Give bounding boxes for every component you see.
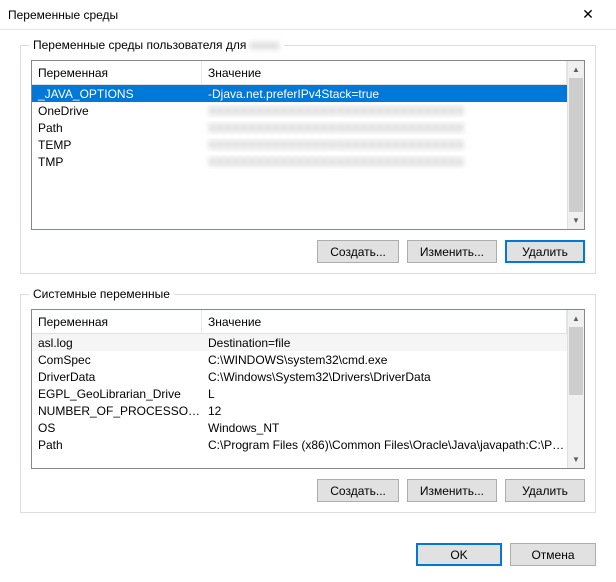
system-vars-table[interactable]: Переменная Значение asl.logDestination=f… — [31, 309, 585, 469]
cell-variable: TMP — [32, 155, 202, 169]
scroll-down-icon[interactable]: ▼ — [568, 212, 584, 229]
cell-value: C:\Windows\System32\Drivers\DriverData — [202, 370, 567, 384]
table-row[interactable]: OneDriveXXXXXXXXXXXXXXXXXXXXXXXXXXXXXXXX — [32, 102, 567, 119]
cell-variable: Path — [32, 438, 202, 452]
cell-variable: OneDrive — [32, 104, 202, 118]
scroll-up-icon[interactable]: ▲ — [568, 310, 584, 327]
table-row[interactable]: _JAVA_OPTIONS-Djava.net.preferIPv4Stack=… — [32, 85, 567, 102]
cancel-button[interactable]: Отмена — [510, 543, 596, 566]
user-delete-button[interactable]: Удалить — [505, 240, 585, 263]
cell-variable: EGPL_GeoLibrarian_Drive — [32, 387, 202, 401]
user-scrollbar[interactable]: ▲ ▼ — [567, 61, 584, 229]
system-delete-button[interactable]: Удалить — [505, 479, 585, 502]
table-row[interactable]: TMPXXXXXXXXXXXXXXXXXXXXXXXXXXXXXXXX — [32, 153, 567, 170]
system-create-button[interactable]: Создать... — [317, 479, 399, 502]
user-vars-table[interactable]: Переменная Значение _JAVA_OPTIONS-Djava.… — [31, 60, 585, 230]
table-row[interactable]: PathC:\Program Files (x86)\Common Files\… — [32, 436, 567, 453]
dialog-button-row: OK Отмена — [0, 543, 616, 576]
cell-value: XXXXXXXXXXXXXXXXXXXXXXXXXXXXXXXX — [202, 155, 567, 169]
cell-variable: Path — [32, 121, 202, 135]
table-row[interactable]: TEMPXXXXXXXXXXXXXXXXXXXXXXXXXXXXXXXX — [32, 136, 567, 153]
username-blurred: xxxxx — [250, 38, 280, 52]
cell-value: XXXXXXXXXXXXXXXXXXXXXXXXXXXXXXXX — [202, 104, 567, 118]
col-header-value[interactable]: Значение — [202, 61, 567, 84]
ok-button[interactable]: OK — [416, 543, 502, 566]
cell-value: Windows_NT — [202, 421, 567, 435]
table-row[interactable]: DriverDataC:\Windows\System32\Drivers\Dr… — [32, 368, 567, 385]
scroll-down-icon[interactable]: ▼ — [568, 451, 584, 468]
cell-variable: OS — [32, 421, 202, 435]
table-row[interactable]: EGPL_GeoLibrarian_DriveL — [32, 385, 567, 402]
table-row[interactable]: ComSpecC:\WINDOWS\system32\cmd.exe — [32, 351, 567, 368]
col-header-value[interactable]: Значение — [202, 310, 567, 333]
dialog-content: Переменные среды пользователя для xxxxx … — [0, 30, 616, 543]
cell-variable: ComSpec — [32, 353, 202, 367]
cell-value: -Djava.net.preferIPv4Stack=true — [202, 87, 567, 101]
system-scrollbar[interactable]: ▲ ▼ — [567, 310, 584, 468]
cell-variable: asl.log — [32, 336, 202, 350]
table-row[interactable]: PathXXXXXXXXXXXXXXXXXXXXXXXXXXXXXXXX — [32, 119, 567, 136]
scroll-up-icon[interactable]: ▲ — [568, 61, 584, 78]
table-row[interactable]: NUMBER_OF_PROCESSORS12 — [32, 402, 567, 419]
cell-value: Destination=file — [202, 336, 567, 350]
user-vars-group: Переменные среды пользователя для xxxxx … — [20, 45, 596, 274]
cell-variable: NUMBER_OF_PROCESSORS — [32, 404, 202, 418]
system-vars-label: Системные переменные — [29, 287, 174, 301]
table-row[interactable]: OSWindows_NT — [32, 419, 567, 436]
titlebar: Переменные среды ✕ — [0, 0, 616, 30]
user-create-button[interactable]: Создать... — [317, 240, 399, 263]
user-vars-label: Переменные среды пользователя для xxxxx — [29, 38, 284, 52]
window-title: Переменные среды — [8, 8, 568, 22]
system-table-header: Переменная Значение — [32, 310, 567, 334]
cell-value: 12 — [202, 404, 567, 418]
close-icon[interactable]: ✕ — [568, 1, 608, 29]
user-table-header: Переменная Значение — [32, 61, 567, 85]
system-button-row: Создать... Изменить... Удалить — [31, 479, 585, 502]
cell-value: XXXXXXXXXXXXXXXXXXXXXXXXXXXXXXXX — [202, 138, 567, 152]
user-edit-button[interactable]: Изменить... — [407, 240, 497, 263]
cell-variable: TEMP — [32, 138, 202, 152]
cell-value: XXXXXXXXXXXXXXXXXXXXXXXXXXXXXXXX — [202, 121, 567, 135]
table-row[interactable]: asl.logDestination=file — [32, 334, 567, 351]
user-button-row: Создать... Изменить... Удалить — [31, 240, 585, 263]
system-edit-button[interactable]: Изменить... — [407, 479, 497, 502]
system-vars-group: Системные переменные Переменная Значение… — [20, 294, 596, 513]
cell-value: C:\Program Files (x86)\Common Files\Orac… — [202, 438, 567, 452]
cell-value: C:\WINDOWS\system32\cmd.exe — [202, 353, 567, 367]
cell-value: L — [202, 387, 567, 401]
cell-variable: _JAVA_OPTIONS — [32, 87, 202, 101]
col-header-variable[interactable]: Переменная — [32, 61, 202, 84]
col-header-variable[interactable]: Переменная — [32, 310, 202, 333]
cell-variable: DriverData — [32, 370, 202, 384]
